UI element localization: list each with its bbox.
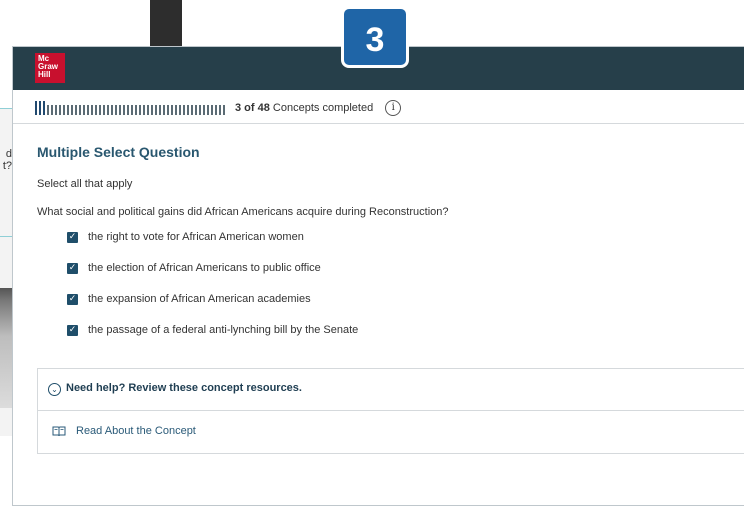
background-blank xyxy=(0,436,12,496)
check-icon[interactable]: ✓ xyxy=(67,293,78,305)
background-laptop xyxy=(0,288,12,408)
progress-tick xyxy=(119,105,121,115)
answer-option[interactable]: ✓ the expansion of African American acad… xyxy=(67,291,358,307)
answer-option-label: the passage of a federal anti-lynching b… xyxy=(88,324,359,336)
progress-tick xyxy=(139,105,141,115)
background-text-line: d xyxy=(5,148,12,160)
logo-line: Hill xyxy=(38,70,51,79)
progress-tick xyxy=(143,105,145,115)
progress-tick xyxy=(55,105,57,115)
progress-tick xyxy=(191,105,193,115)
concept-resources: ⌄ Need help? Review these concept resour… xyxy=(37,368,744,454)
progress-tick xyxy=(183,105,185,115)
progress-suffix: Concepts completed xyxy=(272,102,374,114)
read-about-concept-label: Read About the Concept xyxy=(76,425,196,437)
progress-tick xyxy=(187,105,189,115)
progress-tick xyxy=(211,105,213,115)
answer-option-label: the election of African Americans to pub… xyxy=(88,262,321,274)
info-icon[interactable]: i xyxy=(385,100,402,116)
progress-tick xyxy=(79,105,81,115)
answer-option[interactable]: ✓ the passage of a federal anti-lynching… xyxy=(67,322,358,338)
progress-tick xyxy=(111,105,113,115)
progress-tick xyxy=(63,105,65,115)
progress-tick xyxy=(39,101,41,115)
divider xyxy=(13,123,744,124)
step-badge: 3 xyxy=(341,6,409,68)
progress-tick xyxy=(171,105,173,115)
chevron-circle-icon[interactable]: ⌄ xyxy=(48,383,61,396)
question-title: Multiple Select Question xyxy=(37,144,200,160)
progress-tick xyxy=(167,105,169,115)
answer-option[interactable]: ✓ the right to vote for African American… xyxy=(67,229,358,245)
progress-tick xyxy=(131,105,133,115)
progress-tick xyxy=(91,105,93,115)
book-icon xyxy=(52,426,66,437)
answer-option[interactable]: ✓ the election of African Americans to p… xyxy=(67,260,358,276)
help-toggle[interactable]: ⌄ Need help? Review these concept resour… xyxy=(38,369,744,411)
progress-tick xyxy=(203,105,205,115)
check-icon[interactable]: ✓ xyxy=(67,262,78,274)
progress-tick xyxy=(163,105,165,115)
progress-tick xyxy=(179,105,181,115)
progress-tick xyxy=(199,105,201,115)
progress-tick xyxy=(87,105,89,115)
background-cropped-text: d t? xyxy=(0,148,12,172)
progress-tick xyxy=(159,105,161,115)
check-icon[interactable]: ✓ xyxy=(67,231,78,243)
progress-tick xyxy=(175,105,177,115)
background-divider xyxy=(0,108,12,109)
progress-tick xyxy=(47,105,49,115)
progress-tick xyxy=(43,101,45,115)
answer-option-label: the right to vote for African American w… xyxy=(88,231,304,243)
progress-tick xyxy=(135,105,137,115)
progress-tick xyxy=(95,105,97,115)
progress-tick xyxy=(51,105,53,115)
check-icon[interactable]: ✓ xyxy=(67,324,78,336)
question-instruction: Select all that apply xyxy=(37,178,133,190)
progress-tick xyxy=(223,105,225,115)
progress-text: 3 of 48 Concepts completed xyxy=(235,102,373,114)
read-about-concept-link[interactable]: Read About the Concept xyxy=(38,411,744,455)
progress-tick xyxy=(215,105,217,115)
answer-option-label: the expansion of African American academ… xyxy=(88,293,311,305)
progress-tick xyxy=(207,105,209,115)
progress-tick xyxy=(123,105,125,115)
background-text-line: t? xyxy=(2,160,12,172)
progress-tick xyxy=(75,105,77,115)
progress-tick xyxy=(59,105,61,115)
progress-tick xyxy=(219,105,221,115)
progress-tick xyxy=(35,101,37,115)
progress-ticks xyxy=(35,101,227,115)
answer-options: ✓ the right to vote for African American… xyxy=(67,229,358,353)
progress-tick xyxy=(155,105,157,115)
progress-tick xyxy=(83,105,85,115)
progress-tick xyxy=(107,105,109,115)
progress-tick xyxy=(115,105,117,115)
concept-progress: 3 of 48 Concepts completed i xyxy=(35,99,402,117)
progress-tick xyxy=(195,105,197,115)
progress-tick xyxy=(67,105,69,115)
mcgraw-hill-logo: Mc Graw Hill xyxy=(35,53,65,83)
progress-tick xyxy=(71,105,73,115)
question-card: Mc Graw Hill 3 of 48 Concepts completed … xyxy=(12,46,744,506)
progress-tick xyxy=(99,105,101,115)
progress-tick xyxy=(151,105,153,115)
progress-tick xyxy=(103,105,105,115)
progress-tick xyxy=(147,105,149,115)
progress-count: 3 of 48 xyxy=(235,102,270,114)
progress-tick xyxy=(127,105,129,115)
question-prompt: What social and political gains did Afri… xyxy=(37,206,449,218)
background-divider xyxy=(0,236,12,237)
help-toggle-label: Need help? Review these concept resource… xyxy=(66,382,302,394)
